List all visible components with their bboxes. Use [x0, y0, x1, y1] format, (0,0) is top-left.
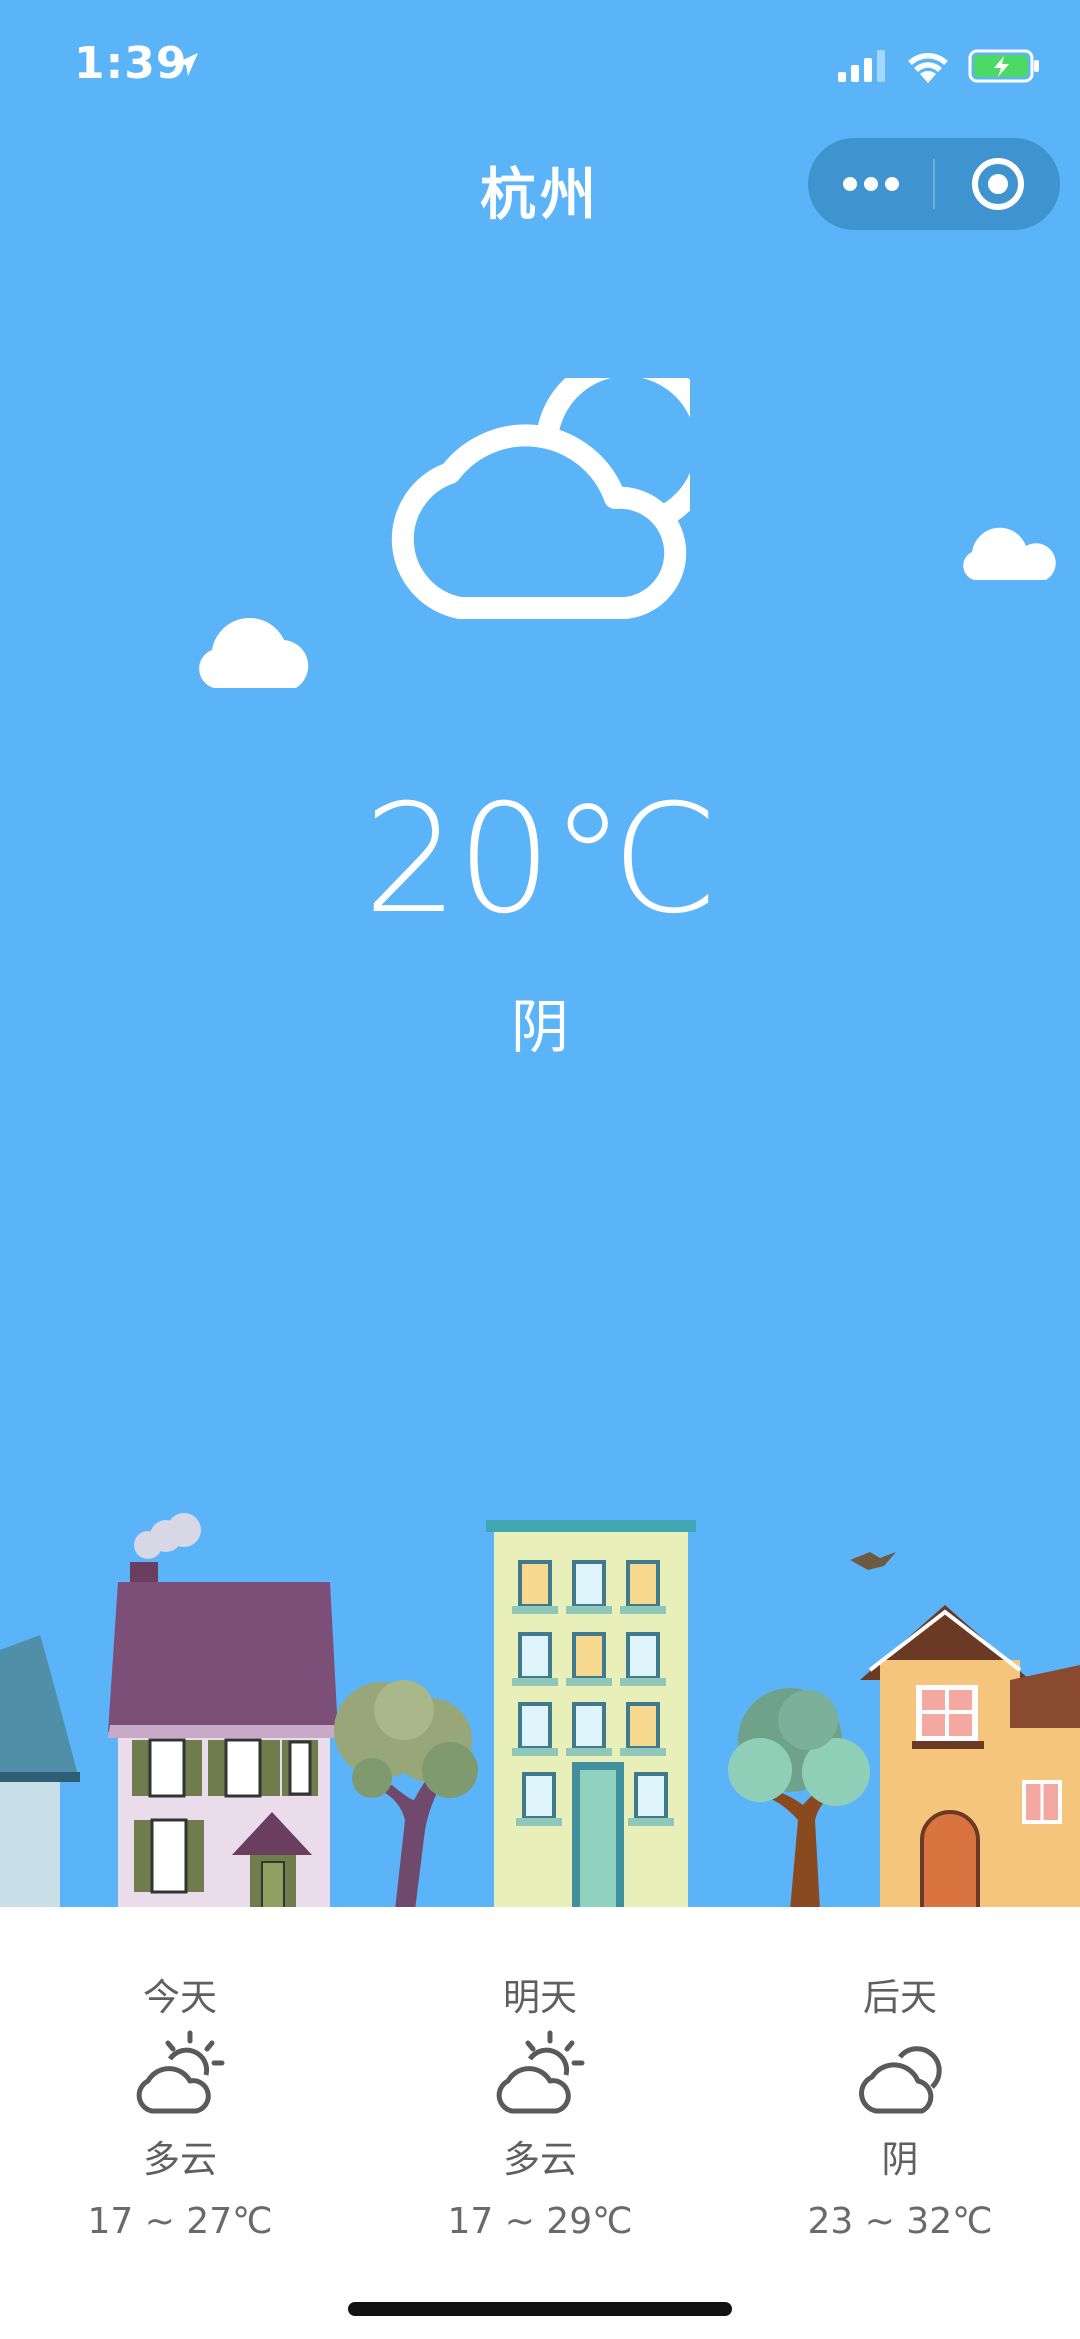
wifi-icon [908, 53, 948, 83]
partly-cloudy-icon [136, 2030, 225, 2114]
forecast-day-range: 23 ~ 32℃ [807, 2201, 993, 2242]
forecast-day-label: 后天 [863, 1976, 937, 2019]
partly-cloudy-icon [496, 2030, 585, 2114]
forecast-day-desc: 多云 [503, 2138, 577, 2181]
apartment-building-illustration [486, 1520, 696, 1910]
home-indicator[interactable] [348, 2302, 732, 2316]
location-arrow-icon [176, 53, 198, 76]
signal-icon [838, 50, 885, 82]
status-time: 1:39 [74, 38, 188, 89]
purple-house-illustration [108, 1513, 340, 1910]
current-temperature: 20℃ [363, 773, 718, 947]
forecast-day-range: 17 ~ 27℃ [87, 2201, 273, 2242]
town-illustration [0, 1513, 1080, 1910]
forecast-day-label: 明天 [503, 1976, 577, 2019]
orange-house-illustration [860, 1605, 1080, 1910]
status-bar: 1:39 [0, 0, 1080, 130]
forecast-day-desc: 阴 [881, 2138, 919, 2181]
tree-illustration-1 [334, 1680, 478, 1910]
forecast-day-range: 17 ~ 29℃ [447, 2201, 633, 2242]
close-target-icon [971, 158, 1024, 210]
close-button[interactable] [935, 138, 1060, 230]
battery-charging-icon [968, 49, 1039, 83]
blue-house-illustration [0, 1635, 80, 1910]
cloudy-icon [859, 2046, 942, 2114]
more-icon [842, 177, 899, 191]
current-condition: 阴 [510, 993, 569, 1061]
more-button[interactable] [808, 138, 933, 230]
bird-illustration [850, 1552, 896, 1570]
tree-illustration-2 [728, 1688, 870, 1910]
decorative-cloud-left [199, 617, 309, 688]
cloudy-icon [391, 378, 690, 619]
decorative-cloud-right [963, 527, 1056, 580]
forecast-panel: 今天 多云 17 ~ 27℃ 明天 多云 17 ~ 29℃ 后天 阴 23 ~ … [0, 1907, 1080, 2339]
mini-program-capsule [808, 138, 1060, 230]
forecast-day-label: 今天 [143, 1976, 217, 2019]
forecast-day-desc: 多云 [143, 2138, 217, 2181]
